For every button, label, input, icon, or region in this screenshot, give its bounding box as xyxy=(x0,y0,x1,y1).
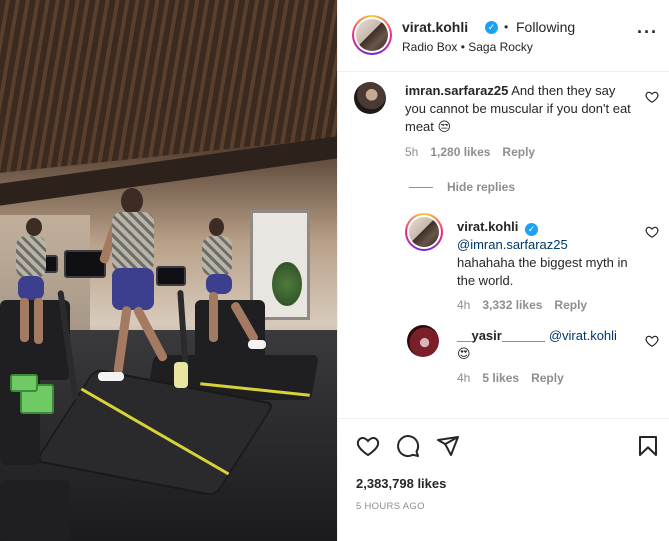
like-comment-heart-icon[interactable] xyxy=(645,90,659,104)
reply-likes[interactable]: 5 likes xyxy=(482,371,519,385)
like-reply-heart-icon[interactable] xyxy=(645,225,659,239)
reply-body: hahahaha the biggest myth in the world. xyxy=(457,255,628,288)
reply-button[interactable]: Reply xyxy=(531,371,564,385)
reply-username[interactable]: virat.kohli xyxy=(457,219,518,234)
reply-body: 😍 xyxy=(457,346,471,361)
reply-time: 4h xyxy=(457,298,471,312)
reply-likes[interactable]: 3,332 likes xyxy=(482,298,542,312)
comment-username[interactable]: imran.sarfaraz25 xyxy=(405,83,508,98)
share-icon[interactable] xyxy=(436,434,460,458)
bookmark-icon[interactable] xyxy=(636,434,660,458)
post-side-panel: virat.kohli ✓ • Following Radio Box • Sa… xyxy=(337,0,669,541)
post-actions: 2,383,798 likes 5 HOURS AGO xyxy=(338,418,669,541)
instagram-post-view: virat.kohli ✓ • Following Radio Box • Sa… xyxy=(0,0,669,541)
post-timestamp[interactable]: 5 HOURS AGO xyxy=(356,501,425,512)
reply-mention[interactable]: @virat.kohli xyxy=(549,328,617,343)
comment-icon[interactable] xyxy=(396,434,420,458)
verified-badge-icon: ✓ xyxy=(485,21,498,34)
reply-button[interactable]: Reply xyxy=(554,298,587,312)
verified-badge-icon: ✓ xyxy=(525,223,539,236)
reply-avatar[interactable] xyxy=(405,213,443,251)
separator-dot: • xyxy=(504,20,509,34)
author-avatar[interactable] xyxy=(352,15,392,55)
hide-replies-button[interactable]: Hide replies xyxy=(409,180,515,194)
reply-time: 4h xyxy=(457,371,471,385)
reply-mention[interactable]: @imran.sarfaraz25 xyxy=(457,237,568,252)
commenter-avatar[interactable] xyxy=(354,82,386,114)
post-video[interactable] xyxy=(0,0,337,541)
author-username[interactable]: virat.kohli xyxy=(402,19,468,35)
post-header: virat.kohli ✓ • Following Radio Box • Sa… xyxy=(338,0,669,72)
likes-count[interactable]: 2,383,798 likes xyxy=(356,476,446,491)
like-reply-heart-icon[interactable] xyxy=(645,334,659,348)
reply-username[interactable]: __yasir______ xyxy=(457,328,545,343)
audio-label[interactable]: Radio Box • Saga Rocky xyxy=(402,40,533,54)
reply-button[interactable]: Reply xyxy=(502,145,535,159)
comment-time: 5h xyxy=(405,145,419,159)
heart-icon[interactable] xyxy=(356,434,380,458)
comment-likes[interactable]: 1,280 likes xyxy=(430,145,490,159)
follow-status-button[interactable]: Following xyxy=(516,19,575,35)
more-options-icon[interactable]: ··· xyxy=(637,22,658,43)
reply-avatar[interactable] xyxy=(407,325,439,357)
